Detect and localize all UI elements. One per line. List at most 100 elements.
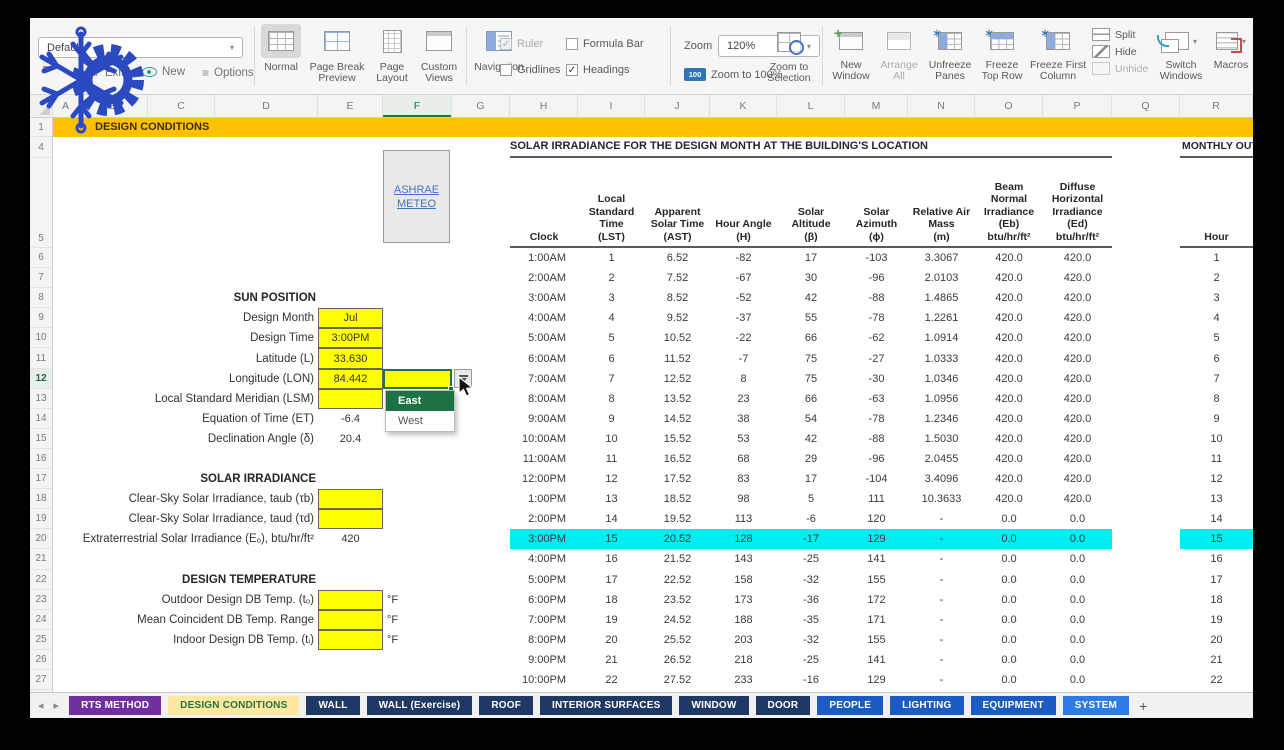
exit-sheet-view-button[interactable]: → Exit <box>88 66 124 80</box>
unhide-button[interactable]: Unhide <box>1092 62 1148 75</box>
column-header[interactable]: D <box>215 95 318 117</box>
column-header[interactable]: Q <box>1112 95 1180 117</box>
table-row[interactable]: 11:00AM 11 16.52 68 29 -96 2.0455 420.0 … <box>510 449 1112 469</box>
input-cell[interactable] <box>318 610 383 630</box>
column-header[interactable]: K <box>710 95 777 117</box>
column-header[interactable]: E <box>318 95 383 117</box>
table-row[interactable]: 6:00AM 6 11.52 -7 75 -27 1.0333 420.0 42… <box>510 348 1112 368</box>
row-header[interactable]: 14 <box>30 409 52 429</box>
table-row[interactable]: 6:00PM 18 23.52 173 -36 172 - 0.0 0.0 <box>510 590 1112 610</box>
dropdown-option[interactable]: East <box>386 391 454 411</box>
sheet-view-options-button[interactable]: ≡ Options <box>202 66 254 80</box>
input-cell[interactable]: 33.630 <box>318 348 383 368</box>
input-cell[interactable]: 420 <box>318 529 383 549</box>
hour-cell[interactable]: 10 <box>1180 429 1253 449</box>
input-cell[interactable]: 3:00PM <box>318 328 383 348</box>
row-header[interactable]: 19 <box>30 509 52 529</box>
sheet-tab[interactable]: INTERIOR SURFACES <box>540 696 672 715</box>
column-header[interactable]: O <box>975 95 1043 117</box>
dropdown-option[interactable]: West <box>386 411 454 431</box>
table-row[interactable]: 5:00PM 17 22.52 158 -32 155 - 0.0 0.0 <box>510 570 1112 590</box>
input-cell[interactable]: Jul <box>318 308 383 328</box>
table-row[interactable]: 3:00AM 3 8.52 -52 42 -88 1.4865 420.0 42… <box>510 288 1112 308</box>
row-header[interactable]: 22 <box>30 570 52 590</box>
hour-cell[interactable]: 3 <box>1180 288 1253 308</box>
input-cell[interactable]: 84.442 <box>318 369 383 389</box>
custom-views-button[interactable]: Custom Views <box>416 24 462 84</box>
ashrae-meteo-link[interactable]: ASHRAE METEO <box>383 150 450 243</box>
input-cell[interactable] <box>318 630 383 650</box>
sheet-tab[interactable]: SYSTEM <box>1063 696 1129 715</box>
selected-cell-f12[interactable] <box>383 369 452 389</box>
hour-cell[interactable]: 13 <box>1180 489 1253 509</box>
sheet-tab[interactable]: DOOR <box>756 696 811 715</box>
table-row[interactable]: 12:00PM 12 17.52 83 17 -104 3.4096 420.0… <box>510 469 1112 489</box>
row-header[interactable]: 25 <box>30 630 52 650</box>
worksheet-grid[interactable]: 1456789101112131415161718192021222324252… <box>30 118 1253 692</box>
new-window-button[interactable]: + New Window <box>828 26 874 82</box>
freeze-top-row-button[interactable]: ∗ Freeze Top Row <box>978 26 1026 82</box>
tab-scroll-right-icon[interactable]: ▸ <box>54 699 60 712</box>
input-cell[interactable] <box>318 509 383 529</box>
hour-cell[interactable]: 4 <box>1180 308 1253 328</box>
table-row[interactable]: 4:00PM 16 21.52 143 -25 141 - 0.0 0.0 <box>510 549 1112 569</box>
input-cell[interactable] <box>318 489 383 509</box>
hour-cell[interactable]: 22 <box>1180 670 1253 690</box>
sheet-tab[interactable]: LIGHTING <box>890 696 963 715</box>
hour-cell[interactable]: 14 <box>1180 509 1253 529</box>
column-header[interactable]: P <box>1043 95 1112 117</box>
hour-cell[interactable]: 7 <box>1180 369 1253 389</box>
row-header[interactable]: 21 <box>30 549 52 569</box>
sheet-tab[interactable]: WALL <box>306 696 359 715</box>
row-header[interactable]: 16 <box>30 449 52 469</box>
table-row[interactable]: 7:00PM 19 24.52 188 -35 171 - 0.0 0.0 <box>510 610 1112 630</box>
new-sheet-view-button[interactable]: New <box>142 66 185 78</box>
ruler-checkbox[interactable]: ✓ Ruler <box>500 38 543 50</box>
column-header[interactable]: C <box>148 95 215 117</box>
column-header[interactable]: L <box>777 95 845 117</box>
input-cell[interactable] <box>318 590 383 610</box>
hour-cell[interactable]: 11 <box>1180 449 1253 469</box>
table-row[interactable]: 3:00PM 15 20.52 128 -17 129 - 0.0 0.0 <box>510 529 1112 549</box>
arrange-all-button[interactable]: Arrange All <box>876 26 922 82</box>
hour-cell[interactable]: 8 <box>1180 389 1253 409</box>
freeze-first-column-button[interactable]: ∗ Freeze First Column <box>1028 26 1088 82</box>
table-row[interactable]: 5:00AM 5 10.52 -22 66 -62 1.0914 420.0 4… <box>510 328 1112 348</box>
row-header[interactable]: 1 <box>30 118 52 137</box>
row-header[interactable]: 23 <box>30 590 52 610</box>
hour-cell[interactable]: 12 <box>1180 469 1253 489</box>
split-button[interactable]: Split <box>1092 28 1148 41</box>
table-row[interactable]: 9:00PM 21 26.52 218 -25 141 - 0.0 0.0 <box>510 650 1112 670</box>
input-cell[interactable]: 20.4 <box>318 429 383 449</box>
column-header[interactable]: M <box>845 95 908 117</box>
table-row[interactable]: 10:00AM 10 15.52 53 42 -88 1.5030 420.0 … <box>510 429 1112 449</box>
hour-cell[interactable]: 15 <box>1180 529 1253 549</box>
row-header[interactable]: 7 <box>30 268 52 288</box>
sheet-tab[interactable]: WALL (Exercise) <box>367 696 473 715</box>
hour-cell[interactable]: 18 <box>1180 590 1253 610</box>
gridlines-checkbox[interactable]: Gridlines <box>500 64 560 76</box>
hour-cell[interactable]: 6 <box>1180 348 1253 368</box>
table-row[interactable]: 8:00AM 8 13.52 23 66 -63 1.0956 420.0 42… <box>510 389 1112 409</box>
zoom-to-selection-button[interactable]: Zoom to Selection <box>763 26 815 84</box>
row-header[interactable]: 20 <box>30 529 52 549</box>
hour-cell[interactable]: 19 <box>1180 610 1253 630</box>
tab-scroll-left-icon[interactable]: ◂ <box>38 699 44 712</box>
row-header[interactable]: 10 <box>30 328 52 348</box>
column-header[interactable]: R <box>1180 95 1253 117</box>
hour-cell[interactable]: 16 <box>1180 549 1253 569</box>
hour-cell[interactable]: 21 <box>1180 650 1253 670</box>
row-header[interactable]: 5 <box>30 158 52 248</box>
row-header[interactable]: 8 <box>30 288 52 308</box>
sheet-tab[interactable]: EQUIPMENT <box>971 696 1056 715</box>
macros-button[interactable]: ▾ Macros <box>1210 26 1252 71</box>
formula-bar-checkbox[interactable]: Formula Bar <box>566 38 644 50</box>
row-header[interactable]: 4 <box>30 137 52 158</box>
column-header[interactable]: A <box>53 95 79 117</box>
page-layout-button[interactable]: Page Layout <box>370 24 414 84</box>
column-header[interactable]: H <box>510 95 578 117</box>
hour-cell[interactable]: 17 <box>1180 570 1253 590</box>
column-header[interactable]: F <box>383 95 452 117</box>
row-header[interactable]: 12 <box>30 369 52 389</box>
table-row[interactable]: 4:00AM 4 9.52 -37 55 -78 1.2261 420.0 42… <box>510 308 1112 328</box>
